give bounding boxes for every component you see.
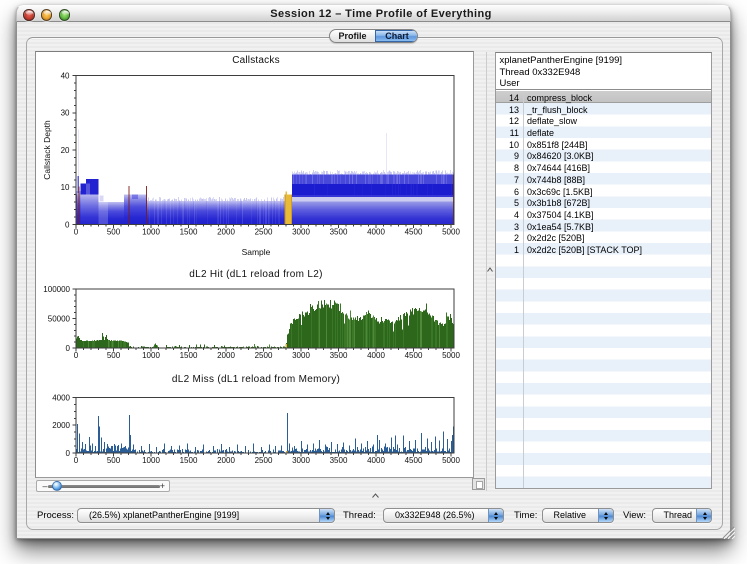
svg-text:4000: 4000 — [367, 228, 385, 237]
svg-text:4500: 4500 — [405, 228, 423, 237]
svg-text:Sample: Sample — [242, 247, 271, 257]
svg-text:4000: 4000 — [367, 351, 385, 360]
svg-text:10: 10 — [61, 183, 70, 192]
svg-text:5000: 5000 — [442, 351, 460, 360]
svg-text:2000: 2000 — [217, 456, 235, 465]
svg-text:3500: 3500 — [330, 228, 348, 237]
svg-text:0: 0 — [66, 449, 71, 458]
svg-text:1500: 1500 — [180, 351, 198, 360]
svg-text:4000: 4000 — [52, 393, 70, 402]
svg-text:1500: 1500 — [180, 228, 198, 237]
svg-text:0: 0 — [74, 228, 79, 237]
svg-text:4000: 4000 — [367, 456, 385, 465]
svg-text:4500: 4500 — [405, 351, 423, 360]
svg-text:0: 0 — [66, 344, 71, 353]
svg-text:4500: 4500 — [405, 456, 423, 465]
svg-text:0: 0 — [74, 351, 79, 360]
svg-text:3500: 3500 — [330, 351, 348, 360]
svg-text:3000: 3000 — [292, 456, 310, 465]
svg-text:500: 500 — [107, 351, 121, 360]
svg-text:2500: 2500 — [255, 351, 273, 360]
svg-text:0: 0 — [65, 220, 70, 229]
svg-text:dL2 Hit (dL1 reload from L2): dL2 Hit (dL1 reload from L2) — [189, 269, 322, 280]
svg-text:1000: 1000 — [142, 228, 160, 237]
svg-text:Callstack Depth: Callstack Depth — [42, 120, 52, 180]
svg-text:1000: 1000 — [142, 351, 160, 360]
svg-text:1000: 1000 — [142, 456, 160, 465]
svg-text:1500: 1500 — [180, 456, 198, 465]
svg-text:Callstacks: Callstacks — [232, 55, 280, 66]
svg-text:50000: 50000 — [48, 314, 71, 323]
svg-text:500: 500 — [107, 456, 121, 465]
svg-text:5000: 5000 — [442, 456, 460, 465]
svg-text:20: 20 — [61, 146, 70, 155]
svg-text:2500: 2500 — [255, 456, 273, 465]
svg-text:2000: 2000 — [217, 228, 235, 237]
svg-text:2000: 2000 — [52, 421, 70, 430]
svg-text:3500: 3500 — [330, 456, 348, 465]
svg-text:2500: 2500 — [255, 228, 273, 237]
svg-text:100000: 100000 — [43, 285, 70, 294]
svg-text:5000: 5000 — [442, 228, 460, 237]
svg-text:3000: 3000 — [292, 228, 310, 237]
svg-text:3000: 3000 — [292, 351, 310, 360]
svg-text:dL2 Miss (dL1 reload from Memo: dL2 Miss (dL1 reload from Memory) — [172, 374, 340, 385]
svg-text:30: 30 — [61, 109, 70, 118]
svg-text:500: 500 — [107, 228, 121, 237]
svg-text:40: 40 — [61, 71, 70, 80]
svg-text:2000: 2000 — [217, 351, 235, 360]
svg-text:0: 0 — [74, 456, 79, 465]
